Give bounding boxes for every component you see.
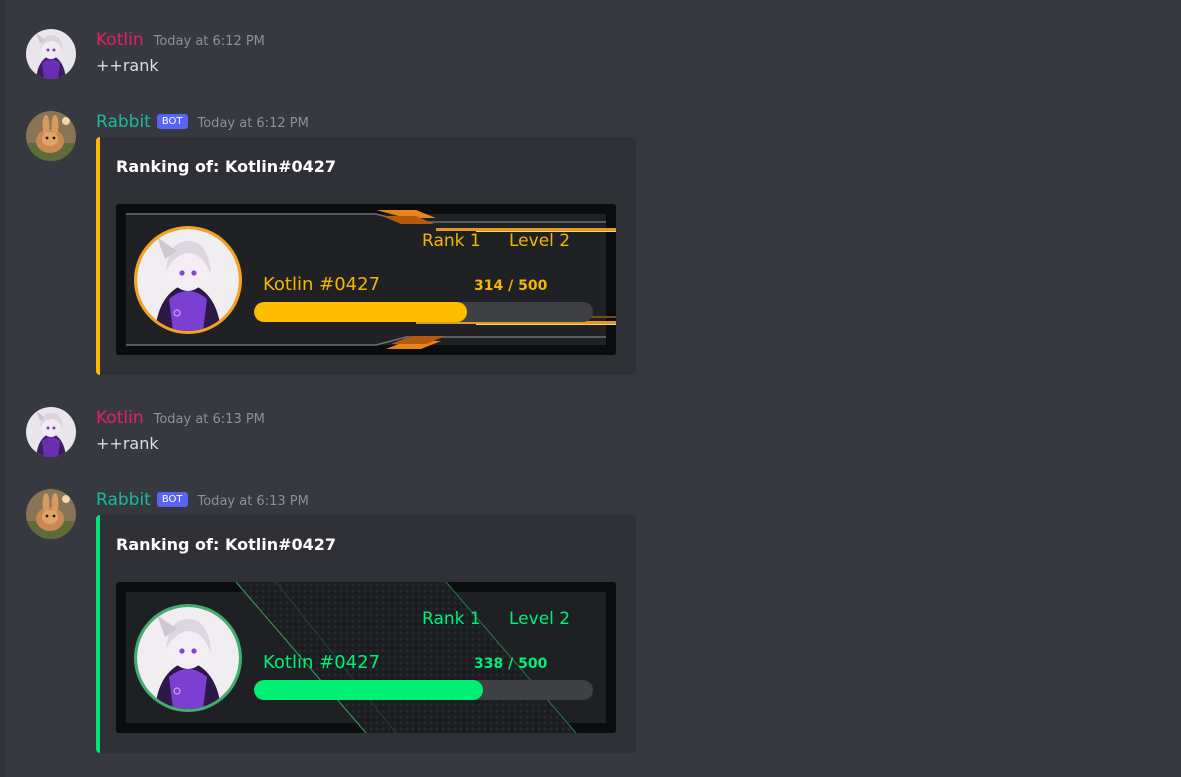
message-header: Kotlin Today at 6:12 PM <box>96 29 265 51</box>
timestamp[interactable]: Today at 6:13 PM <box>154 409 265 431</box>
embed-title: Ranking of: Kotlin#0427 <box>116 157 337 176</box>
xp-progress-fill <box>254 680 484 700</box>
message-header: Rabbit BOT Today at 6:13 PM <box>96 489 309 511</box>
rank-card-username-line: Kotlin #0427 <box>263 652 380 673</box>
avatar-kotlin[interactable] <box>26 29 76 79</box>
timestamp[interactable]: Today at 6:13 PM <box>198 491 309 513</box>
xp-progress-fill <box>254 302 467 322</box>
rank-embed: Ranking of: Kotlin#0427 Rank 1 Level 2 K… <box>96 515 636 753</box>
xp-text: 338 / 500 <box>474 656 548 672</box>
bot-badge: BOT <box>156 492 188 507</box>
avatar-rabbit[interactable] <box>26 489 76 539</box>
chat-area: Kotlin Today at 6:12 PM ++rank Rabbit BO… <box>0 0 1181 777</box>
xp-text: 314 / 500 <box>474 278 548 294</box>
avatar-kotlin[interactable] <box>26 407 76 457</box>
embed-accent-bar <box>96 515 100 753</box>
embed-accent-bar <box>96 137 100 375</box>
username[interactable]: Rabbit <box>96 489 151 511</box>
chat-divider <box>0 0 6 777</box>
rank-label: Rank 1 <box>422 231 481 251</box>
rank-card-username-line: Kotlin #0427 <box>263 274 380 295</box>
xp-progress-bar <box>254 302 593 322</box>
embed-title: Ranking of: Kotlin#0427 <box>116 535 337 554</box>
rank-embed: Ranking of: Kotlin#0427 Rank 1 Level 2 K… <box>96 137 636 375</box>
rank-card-image[interactable]: Rank 1 Level 2 Kotlin #0427 314 / 500 <box>116 204 616 355</box>
level-label: Level 2 <box>509 231 571 251</box>
message-header: Kotlin Today at 6:13 PM <box>96 407 265 429</box>
bot-badge: BOT <box>156 114 188 129</box>
username[interactable]: Rabbit <box>96 111 151 133</box>
rank-card-image[interactable]: Rank 1 Level 2 Kotlin #0427 338 / 500 <box>116 582 616 733</box>
rank-label: Rank 1 <box>422 609 481 629</box>
message-text: ++rank <box>96 56 159 75</box>
rank-card-avatar <box>134 226 242 334</box>
level-label: Level 2 <box>509 609 571 629</box>
username[interactable]: Kotlin <box>96 29 144 51</box>
avatar-rabbit[interactable] <box>26 111 76 161</box>
xp-progress-bar <box>254 680 593 700</box>
message-text: ++rank <box>96 434 159 453</box>
timestamp[interactable]: Today at 6:12 PM <box>154 31 265 53</box>
timestamp[interactable]: Today at 6:12 PM <box>198 113 309 135</box>
rank-card-discriminator: #0427 <box>319 274 381 295</box>
message-header: Rabbit BOT Today at 6:12 PM <box>96 111 309 133</box>
rank-card-discriminator: #0427 <box>319 652 381 673</box>
rank-card-avatar <box>134 604 242 712</box>
rank-card-username: Kotlin <box>263 274 314 295</box>
rank-card-username: Kotlin <box>263 652 314 673</box>
username[interactable]: Kotlin <box>96 407 144 429</box>
